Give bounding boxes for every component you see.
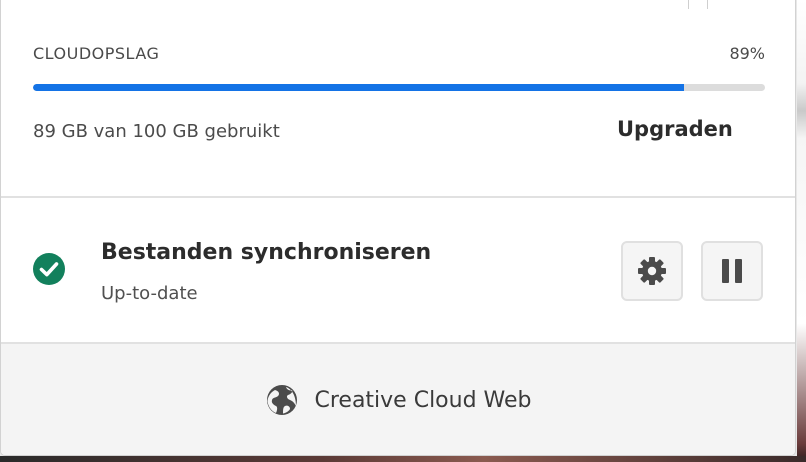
cloud-storage-popover: CLOUDOPSLAG 89% 89 GB van 100 GB gebruik… bbox=[0, 0, 796, 456]
background-window-edge bbox=[797, 0, 806, 462]
file-sync-section: Bestanden synchroniseren Up-to-date bbox=[1, 198, 795, 342]
storage-progress-bar bbox=[33, 84, 765, 91]
footer-content: Creative Cloud Web bbox=[266, 384, 532, 416]
sync-status: Up-to-date bbox=[101, 283, 198, 304]
storage-title: CLOUDOPSLAG bbox=[33, 44, 160, 63]
storage-progress-fill bbox=[33, 84, 685, 91]
background-window-edge-bottom bbox=[0, 456, 806, 462]
sync-settings-button[interactable] bbox=[621, 241, 683, 301]
footer-label: Creative Cloud Web bbox=[314, 387, 532, 413]
creative-cloud-web-link[interactable]: Creative Cloud Web bbox=[1, 344, 795, 455]
storage-percent: 89% bbox=[729, 44, 765, 63]
upgrade-button[interactable]: Upgraden bbox=[617, 117, 733, 141]
storage-usage-text: 89 GB van 100 GB gebruikt bbox=[33, 121, 280, 142]
sync-title: Bestanden synchroniseren bbox=[101, 240, 432, 265]
check-circle-icon bbox=[33, 253, 65, 285]
pause-icon bbox=[722, 259, 742, 283]
cloud-storage-section: CLOUDOPSLAG 89% 89 GB van 100 GB gebruik… bbox=[1, 0, 795, 196]
gear-icon bbox=[638, 257, 666, 285]
sync-pause-button[interactable] bbox=[701, 241, 763, 301]
globe-icon bbox=[267, 385, 298, 415]
